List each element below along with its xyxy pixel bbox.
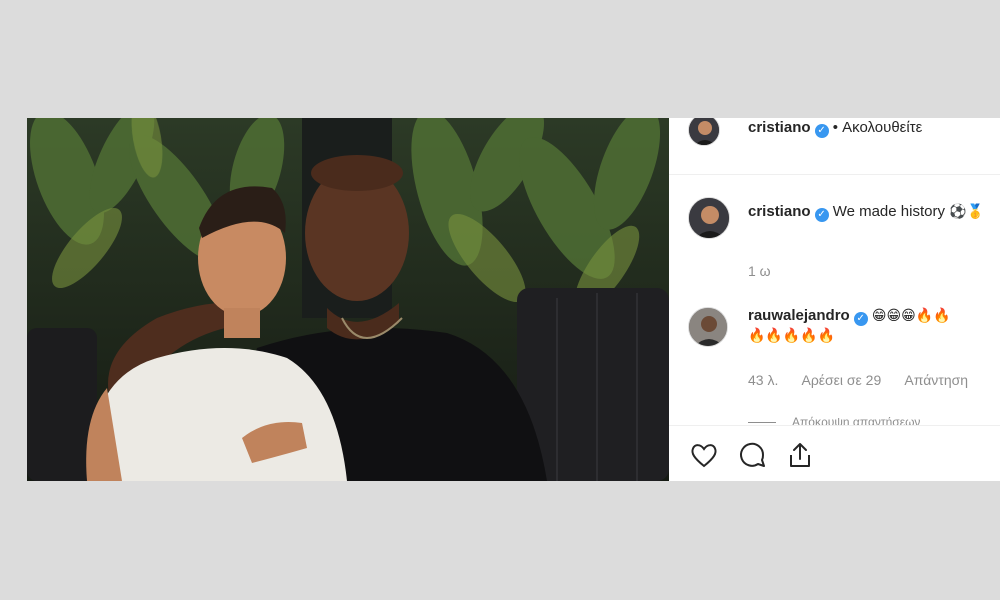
reply-button[interactable]: Απάντηση — [904, 372, 968, 388]
verified-badge-icon: ✓ — [814, 208, 829, 222]
author-avatar[interactable] — [688, 118, 720, 146]
caption-time[interactable]: 1 ω — [748, 263, 771, 279]
share-icon[interactable] — [785, 440, 815, 470]
comment-icon[interactable] — [737, 440, 767, 470]
reply-likes[interactable]: Αρέσει σε 29 — [801, 372, 881, 388]
instagram-post: cristiano ✓ • Ακολουθείτε cristiano ✓ We m… — [27, 118, 1000, 481]
verified-badge-icon: ✓ — [814, 124, 829, 138]
heart-icon[interactable] — [689, 440, 719, 470]
post-header: cristiano ✓ • Ακολουθείτε — [669, 118, 1000, 175]
caption-meta: 1 ω — [748, 263, 791, 279]
side-panel: cristiano ✓ • Ακολουθείτε cristiano ✓ We m… — [669, 118, 1000, 481]
comments-area[interactable]: cristiano ✓ We made history ⚽🥇 1 ω rauwal… — [669, 175, 1000, 425]
post-photo[interactable] — [27, 118, 669, 481]
reply-comment: rauwalejandro ✓ 😁😁😁🔥🔥 🔥🔥🔥🔥🔥 — [748, 306, 998, 346]
reply-time[interactable]: 43 λ. — [748, 372, 778, 388]
reply-avatar-image — [689, 308, 727, 346]
caption-username[interactable]: cristiano — [748, 203, 811, 220]
reply-emojis-line1: 😁😁😁🔥🔥 — [871, 308, 951, 324]
action-bar — [669, 425, 1000, 481]
caption-emojis: ⚽🥇 — [949, 204, 985, 220]
reply-emojis-line2: 🔥🔥🔥🔥🔥 — [748, 328, 836, 344]
header-line: cristiano ✓ • Ακολουθείτε — [748, 119, 922, 138]
author-username[interactable]: cristiano — [748, 119, 811, 136]
follow-status[interactable]: • Ακολουθείτε — [833, 119, 923, 136]
view-replies-toggle[interactable]: Απόκρυψη απαντήσεων — [748, 415, 920, 425]
replies-dash — [748, 422, 776, 424]
verified-badge-icon: ✓ — [853, 312, 868, 326]
reply-meta: 43 λ. Αρέσει σε 29 Απάντηση — [748, 372, 988, 388]
caption-comment: cristiano ✓ We made history ⚽🥇 — [748, 202, 998, 222]
caption-text: We made history — [832, 203, 945, 220]
caption-avatar-image — [689, 198, 729, 238]
view-replies-label: Απόκρυψη απαντήσεων — [792, 415, 921, 425]
avatar-image — [689, 118, 719, 145]
reply-avatar[interactable] — [688, 307, 728, 347]
reply-username[interactable]: rauwalejandro — [748, 307, 850, 324]
caption-avatar[interactable] — [688, 197, 730, 239]
photo-illustration — [27, 118, 669, 481]
